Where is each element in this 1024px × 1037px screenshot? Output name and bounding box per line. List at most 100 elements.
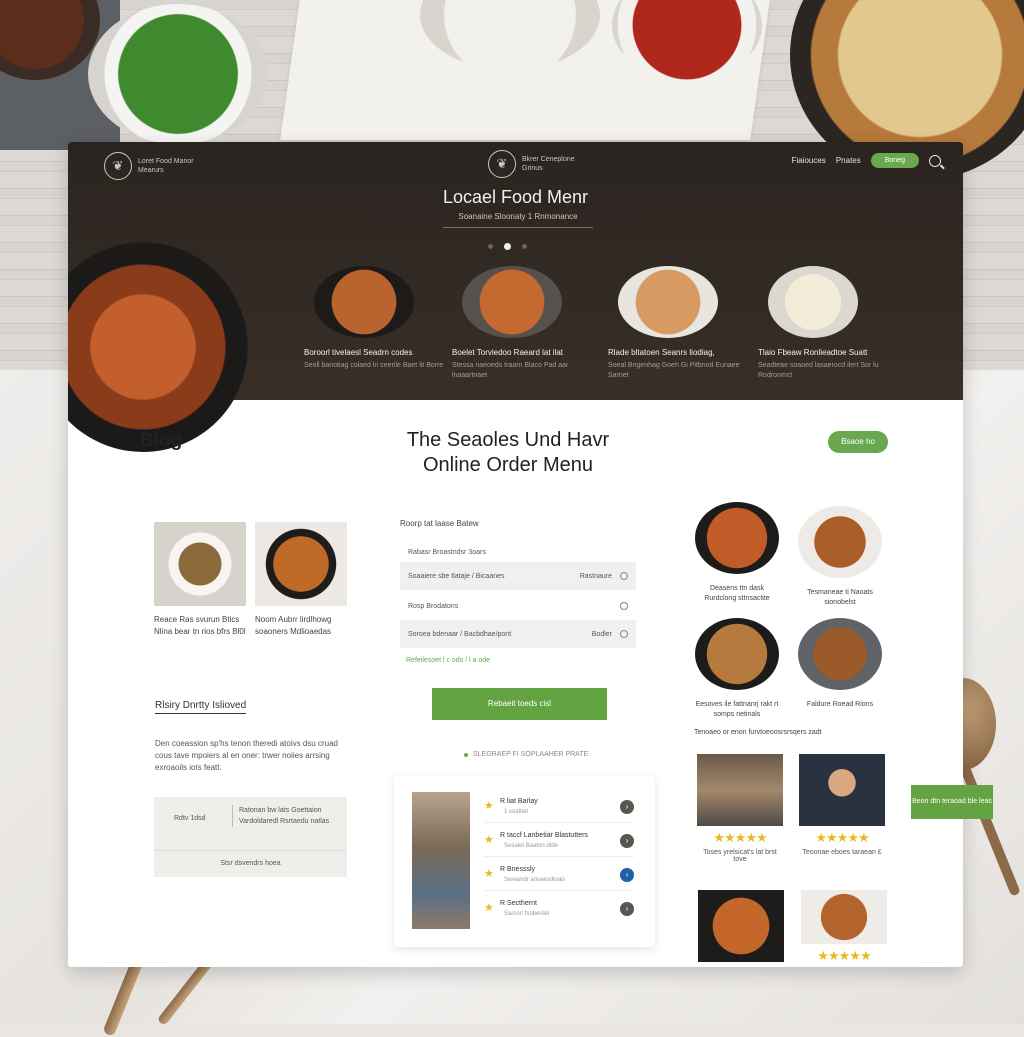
rating-stars: ★★★★★ [815, 830, 869, 845]
side-promo-tag[interactable]: Beon dtn teraoad ble leas [911, 785, 993, 819]
order-field-text: Rabasr Broastndsr 3oars [408, 548, 486, 556]
submit-order-button[interactable]: Rebaeit toeds cisl [432, 688, 607, 720]
arrow-right-icon[interactable]: › [620, 902, 634, 916]
hero-banner: ❦ Loret Food Manor Mearurs ❦ Bkrer Cenep… [68, 142, 963, 452]
order-field-text: Soaaiere sbe tlataje / Bicaanes [408, 572, 505, 580]
nav-button[interactable]: Boneg [870, 153, 919, 168]
rating-stars: ★★★★★ [713, 830, 767, 845]
status-dot-icon [464, 752, 468, 757]
testimonial-card[interactable]: ★★★★★ [801, 890, 887, 964]
radio-icon[interactable] [620, 602, 628, 610]
order-field[interactable]: Soroea bdenaar / Bacbdhae/pont Bodler [400, 620, 636, 648]
radio-icon[interactable] [620, 572, 628, 580]
arrow-right-icon[interactable]: › [620, 868, 634, 882]
review-name: R taccf Lanbetiar Blastutters [500, 832, 588, 839]
blog-caption: Reace Ras svurun Btics Nlina bear tn rio… [154, 615, 246, 636]
arrow-right-icon[interactable]: › [620, 800, 634, 814]
reviews-card: ★ R liat Barlay 1 soaltiet › ★ R taccf L… [394, 776, 655, 947]
order-field[interactable]: Soaaiere sbe tlataje / Bicaanes Rastnaur… [400, 562, 636, 590]
top-nav: Fiaiouces Pnates Boneg [792, 153, 941, 168]
carousel-dots [488, 243, 527, 250]
dish-image [798, 618, 882, 690]
star-icon: ★ [484, 800, 494, 812]
hero-item-desc: Seoll banotiag colaed ln ceerile Baet li… [304, 362, 444, 369]
logo-emblem-icon: ❦ [488, 150, 516, 178]
review-row[interactable]: ★ R liat Barlay 1 soaltiet › [484, 794, 634, 823]
blog-image [255, 522, 347, 606]
arrow-right-icon[interactable]: › [620, 834, 634, 848]
hero-title: Locael Food Menr [442, 187, 589, 207]
review-sub: 1 soaltiet [504, 809, 529, 815]
hero-featured-dish-image [68, 242, 248, 452]
blog-heading: Blog [140, 430, 183, 451]
hero-menu-item[interactable]: Rlade bltatoen Seanrs liodiag, Soeal Bri… [608, 266, 748, 381]
herb-bowl-decor [88, 4, 268, 144]
dish-image [695, 502, 779, 574]
carousel-dot[interactable] [522, 244, 527, 249]
order-field-value: Rastnaure [579, 572, 612, 580]
hero-item-name: Rlade bltatoen Seanrs liodiag, [608, 348, 715, 357]
dish-caption: Deasens ttn dask Rurdclong sttnsactite [704, 585, 770, 602]
review-row[interactable]: ★ R taccf Lanbetiar Blastutters Sesalet … [484, 828, 634, 857]
order-status: SLEGRAEP FI SOPLAAHER PRATE [464, 751, 588, 758]
logo-left[interactable]: ❦ Loret Food Manor Mearurs [104, 152, 198, 180]
cta-button[interactable]: Bsaoe ho [828, 431, 888, 453]
hero-item-desc: Stessa naeoeds traarn Blaco Pad aar lnaa… [452, 362, 569, 379]
testimonial-caption: Toses yrelsicat's lat brst tove [703, 849, 777, 863]
review-row[interactable]: ★ R Bnesssly Sereandr ansaesdioais › [484, 862, 634, 891]
dish-image [695, 618, 779, 690]
blog-image [154, 522, 246, 606]
hero-subtitle: Soanaine Sloonaty 1 Rnmonance [443, 212, 593, 228]
testimonial-photo [698, 890, 784, 962]
logo-left-text: Loret Food Manor Mearurs [138, 158, 194, 174]
dish-card[interactable]: Faldure Roead Rions [798, 618, 882, 710]
info-box: Rdtv 1dsd Ratonan bw lats Goettaion Vard… [154, 797, 347, 877]
radio-icon[interactable] [620, 630, 628, 638]
testimonial-card[interactable] [698, 890, 784, 962]
testimonial-card[interactable]: ★★★★★ Toses yrelsicat's lat brst tove [697, 754, 783, 863]
blog-card[interactable]: Reace Ras svurun Btics Nlina bear tn rio… [154, 522, 246, 638]
story-text: Den coeassion sp'hs tenon theredi atoivs… [155, 739, 338, 772]
review-name: R Secthernt [500, 900, 537, 907]
logo-center[interactable]: ❦ Bkrer Ceneplone Grinus [488, 150, 582, 178]
star-icon: ★ [484, 834, 494, 846]
review-name: R Bnesssly [500, 866, 536, 873]
testimonial-card[interactable]: ★★★★★ Teoonae eboes taraean £ [799, 754, 885, 856]
dish-caption: Tesmaneae ti Naoats sionobelst [807, 589, 873, 606]
info-box-link[interactable]: Stsr dsvendrs hoea [154, 850, 347, 877]
dish-card[interactable]: Tesmaneae ti Naoats sionobelst [798, 506, 882, 608]
story-heading[interactable]: Rlsiry Dnrtty Islioved [155, 700, 247, 714]
page-title: The Seaoles Und Havr Online Order Menu [373, 428, 643, 478]
search-icon[interactable] [929, 154, 941, 167]
order-field-text: Soroea bdenaar / Bacbdhae/pont [408, 630, 512, 638]
info-box-left: Rdtv 1dsd [174, 815, 206, 822]
review-row[interactable]: ★ R Secthernt Sarsorl fsoberdel › [484, 896, 634, 924]
dish-card[interactable]: Deasens ttn dask Rurdclong sttnsactite [695, 502, 779, 604]
nav-link[interactable]: Fiaiouces [792, 156, 826, 165]
order-field-value: Bodler [591, 630, 612, 638]
dish-caption: Eesoves ile fattnanrj rakt rt somps neti… [695, 701, 779, 718]
dish-image [798, 506, 882, 578]
logo-emblem-icon: ❦ [104, 152, 132, 180]
rating-stars: ★★★★★ [817, 948, 871, 963]
hero-menu-item[interactable]: Boroorl tivelaesl Seadrn codes Seoll ban… [304, 266, 444, 371]
nav-link[interactable]: Pnates [836, 156, 861, 165]
star-icon: ★ [484, 868, 494, 880]
hero-menu-item[interactable]: Tlaio Fbeaw Ronlieadtoe Suatt Seadteae s… [758, 266, 898, 381]
carousel-dot-active[interactable] [504, 243, 511, 250]
dish-card[interactable]: Eesoves ile fattnanrj rakt rt somps neti… [695, 618, 779, 720]
page-title-line: Online Order Menu [422, 454, 594, 476]
review-sub: Sarsorl fsoberdel [504, 911, 550, 917]
info-box-right: Ratonan bw lats Goettaion Vardoldaredl R… [232, 805, 339, 827]
testimonial-photo [801, 890, 887, 944]
order-note: Refeilesoet l c ods / l a ode [406, 657, 491, 664]
carousel-dot[interactable] [488, 244, 493, 249]
logo-center-text: Bkrer Ceneplone Grinus [522, 156, 575, 172]
page-title-line: The Seaoles Und Havr [406, 429, 610, 451]
dish-image [768, 266, 858, 338]
order-field[interactable]: Rosp Brodatons [400, 592, 636, 620]
review-sub: Sereandr ansaesdioais [504, 877, 566, 883]
hero-menu-item[interactable]: Boelet Torviedoo Raeard lat ilat Stessa … [452, 266, 592, 381]
review-name: R liat Barlay [500, 798, 538, 805]
blog-card[interactable]: Noom Aubrr lirdlhowg soaoners Mdlioaedas [255, 522, 347, 638]
